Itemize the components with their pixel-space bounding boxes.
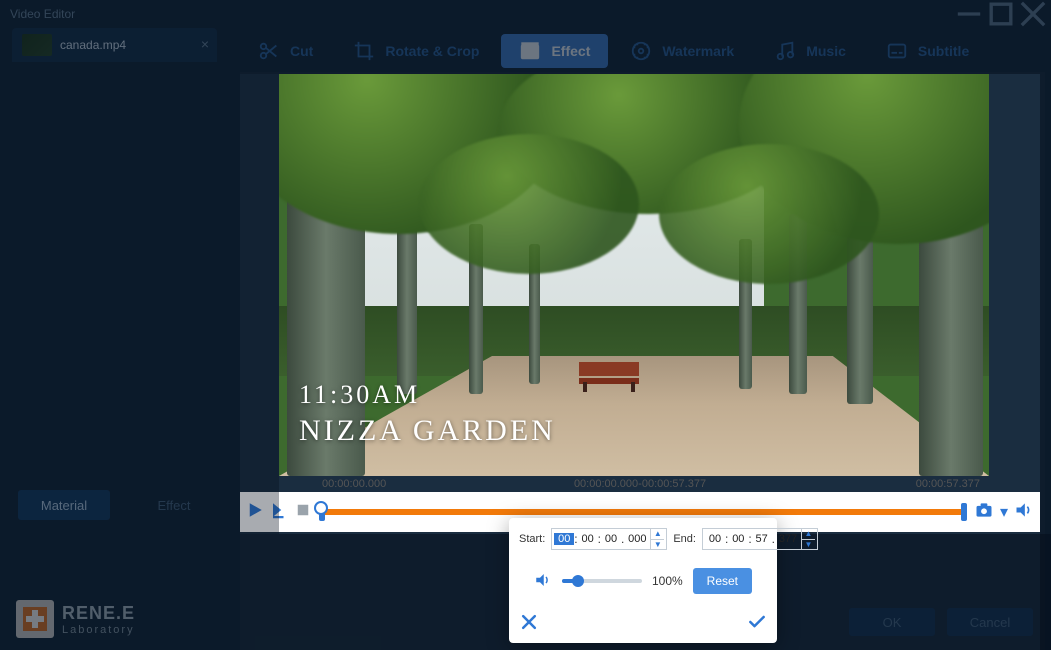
snapshot-dropdown-icon[interactable]: ▾ xyxy=(1000,502,1008,522)
trim-end-handle[interactable] xyxy=(961,503,967,521)
app-window: Video Editor canada.mp4 × Cut Rotate & C… xyxy=(0,0,1051,650)
volume-slider[interactable] xyxy=(562,579,642,583)
start-spinner[interactable]: ▲▼ xyxy=(650,529,664,549)
timeline-start-label: 00:00:00.000 xyxy=(322,478,386,490)
reset-button[interactable]: Reset xyxy=(693,568,752,594)
timeline-range-label: 00:00:00.000-00:00:57.377 xyxy=(574,478,706,490)
video-preview[interactable]: 11:30AM NIZZA GARDEN xyxy=(279,74,989,476)
modal-cancel-icon[interactable] xyxy=(519,612,539,635)
preview-panel: 11:30AM NIZZA GARDEN 00:00:00.000 00:00:… xyxy=(240,74,1040,532)
volume-icon xyxy=(534,571,552,592)
modal-confirm-icon[interactable] xyxy=(747,612,767,635)
effect-range-modal: Start: 00: 00: 00. 000 ▲▼ End: 00: 00: 5… xyxy=(509,518,777,643)
timeline-end-label: 00:00:57.377 xyxy=(916,478,980,490)
volume-button[interactable] xyxy=(1014,500,1034,525)
volume-value: 100% xyxy=(652,574,683,588)
timeline-track[interactable] xyxy=(322,509,964,515)
dim-left-of-video xyxy=(240,74,279,534)
snapshot-button[interactable] xyxy=(974,500,994,525)
start-label: Start: xyxy=(519,533,545,545)
stop-button[interactable] xyxy=(294,501,312,524)
trim-start-handle[interactable] xyxy=(319,503,325,521)
preview-overlay-time: 11:30AM xyxy=(299,380,420,410)
end-label: End: xyxy=(673,533,696,545)
dim-left xyxy=(0,0,240,650)
dim-toolbar xyxy=(240,0,1051,74)
preview-overlay-title: NIZZA GARDEN xyxy=(299,414,556,448)
end-time-field[interactable]: 00: 00: 57. 377 ▲▼ xyxy=(702,528,818,550)
end-spinner[interactable]: ▲▼ xyxy=(801,529,815,549)
start-time-field[interactable]: 00: 00: 00. 000 ▲▼ xyxy=(551,528,667,550)
